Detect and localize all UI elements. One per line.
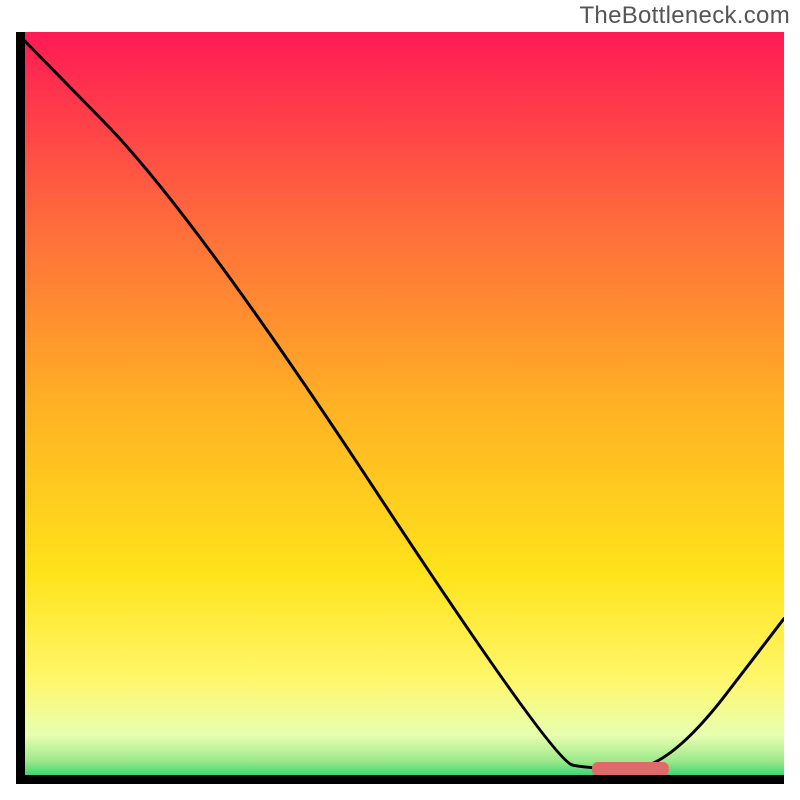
gradient-background: [16, 32, 784, 784]
watermark-text: TheBottleneck.com: [579, 2, 790, 30]
chart-container: TheBottleneck.com: [0, 0, 800, 800]
chart-svg: [16, 32, 784, 784]
plot-frame: [16, 32, 784, 784]
min-marker: [592, 762, 669, 776]
